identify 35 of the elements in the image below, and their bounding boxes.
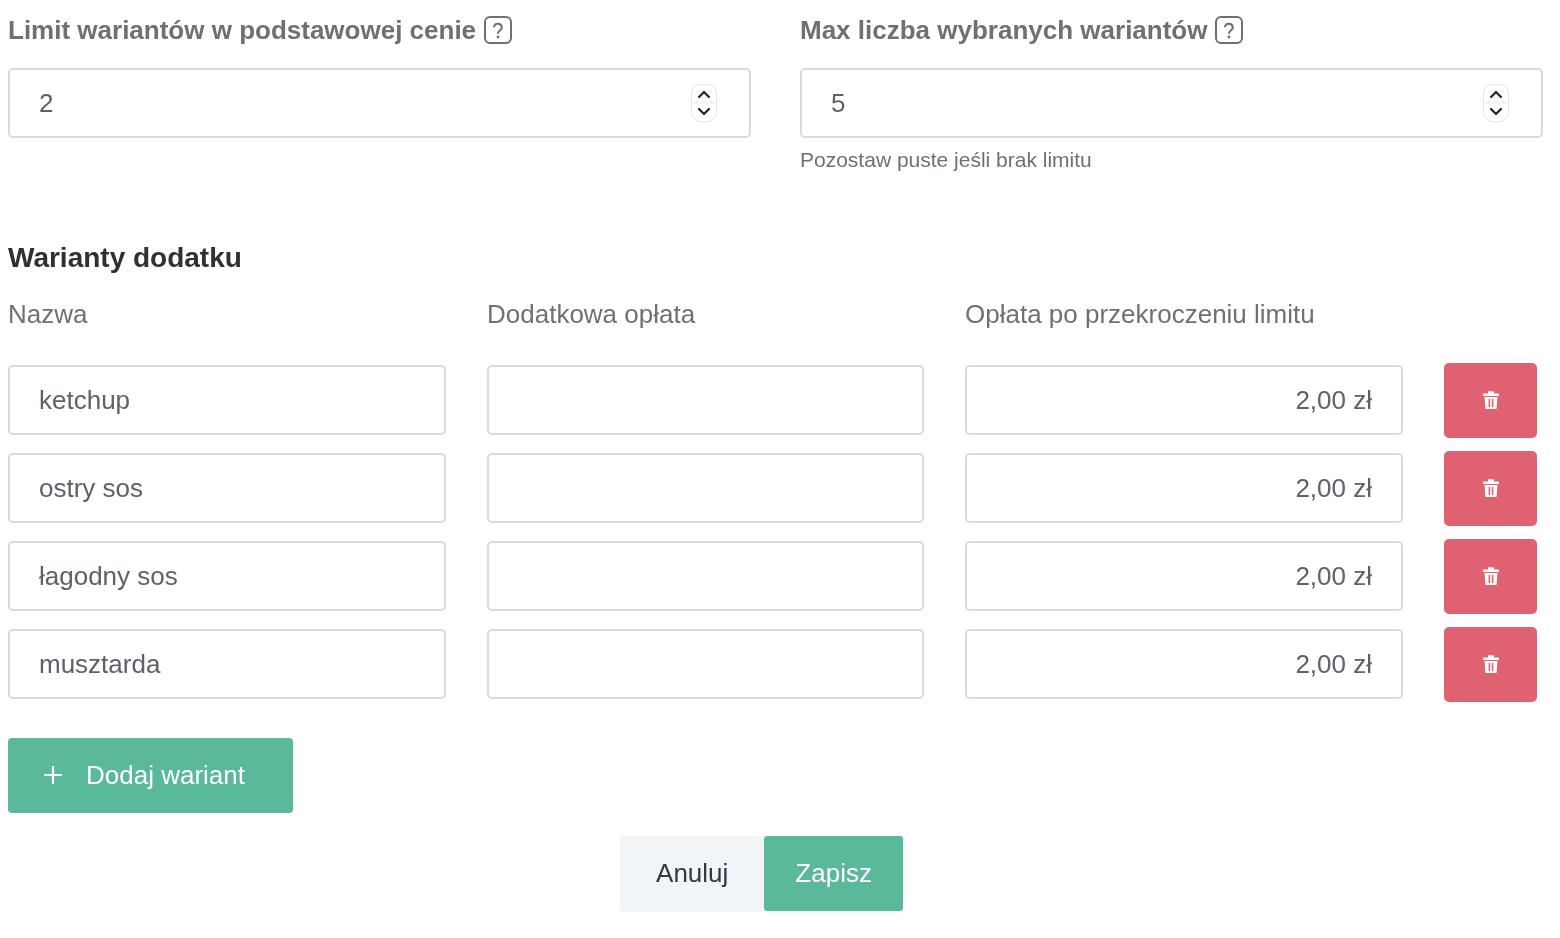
delete-button[interactable]	[1444, 450, 1537, 526]
help-icon[interactable]	[1215, 16, 1244, 44]
fee-input[interactable]	[487, 453, 924, 523]
trash-icon	[1482, 390, 1499, 410]
number-field[interactable]: 2	[8, 68, 751, 138]
fee-input[interactable]: 2,00 zł	[965, 365, 1403, 435]
number-field[interactable]: 5	[800, 68, 1543, 138]
help-icon[interactable]	[484, 16, 513, 44]
section-title: Warianty dodatku	[8, 240, 242, 275]
column-header: Dodatkowa opłata	[487, 297, 696, 331]
plus-icon	[44, 766, 62, 784]
fee-input[interactable]: 2,00 zł	[965, 541, 1403, 611]
field-label: Limit wariantów w podstawowej cenie	[8, 13, 477, 47]
name-input[interactable]: ostry sos	[8, 453, 446, 523]
fee-input[interactable]: 2,00 zł	[965, 453, 1403, 523]
fee-input[interactable]: 2,00 zł	[965, 629, 1403, 699]
name-input[interactable]: łagodny sos	[8, 541, 446, 611]
delete-button[interactable]	[1444, 626, 1537, 702]
trash-icon	[1482, 478, 1499, 498]
fee-input[interactable]	[487, 541, 924, 611]
cancel-button[interactable]: Anuluj	[620, 835, 765, 912]
field-label: Max liczba wybranych wariantów	[800, 13, 1208, 47]
fee-input[interactable]	[487, 629, 924, 699]
column-header: Opłata po przekroczeniu limitu	[965, 297, 1315, 331]
delete-button[interactable]	[1444, 362, 1537, 438]
spin-arrows-icon[interactable]	[691, 84, 717, 122]
column-header: Nazwa	[8, 297, 88, 331]
spin-arrows-icon[interactable]	[1483, 84, 1509, 122]
name-input[interactable]: ketchup	[8, 365, 446, 435]
hint-text: Pozostaw puste jeśli brak limitu	[800, 147, 1093, 173]
trash-icon	[1482, 566, 1499, 586]
trash-icon	[1482, 654, 1499, 674]
name-input[interactable]: musztarda	[8, 629, 446, 699]
delete-button[interactable]	[1444, 538, 1537, 614]
fee-input[interactable]	[487, 365, 924, 435]
